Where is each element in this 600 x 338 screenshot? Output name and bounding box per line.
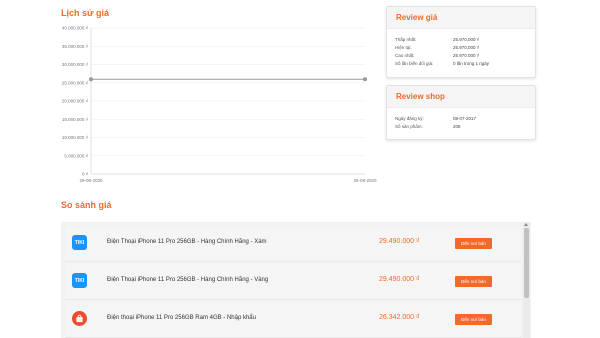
data-point[interactable] xyxy=(363,77,367,82)
price-compare-title: So sánh giá xyxy=(61,200,112,210)
review-price-title: Review giá xyxy=(387,7,535,29)
row-label: Hiện tại: xyxy=(395,45,412,50)
row-value: 25.970.000 ₫ xyxy=(453,45,480,50)
product-name[interactable]: Điện Thoại iPhone 11 Pro 256GB - Hàng Ch… xyxy=(107,277,268,283)
x-tick-label: 29-08-2020 xyxy=(79,178,103,183)
scrollbar-thumb[interactable] xyxy=(524,228,529,298)
product-name[interactable]: Điện thoại iPhone 11 Pro 256GB Ram 4GB -… xyxy=(107,315,256,321)
lowest-price-row: Thấp nhất: 25.970.000 ₫ xyxy=(395,36,535,44)
list-item[interactable]: TIKI Điện Thoại iPhone 11 Pro 256GB - Hà… xyxy=(65,263,521,300)
y-tick-label: 25.000.000 ₫ xyxy=(62,80,88,85)
data-point[interactable] xyxy=(89,77,93,82)
row-label: Số sản phẩm: xyxy=(395,124,423,129)
registration-date-row: Ngày đăng ký: 08-07-2017 xyxy=(395,115,535,123)
y-tick-label: 40.000.000 ₫ xyxy=(62,26,88,31)
go-to-store-button[interactable]: Đến nơi bán xyxy=(455,238,492,249)
row-label: Thấp nhất: xyxy=(395,37,417,42)
review-shop-card: Review shop Ngày đăng ký: 08-07-2017 Số s… xyxy=(386,85,536,140)
y-tick-label: 5.000.000 ₫ xyxy=(64,153,88,158)
price-history-chart: 0 ₫ 5.000.000 ₫ 10.000.000 ₫ 15.000.000 ₫ 20… xyxy=(62,26,377,184)
product-price: 29.490.000 ₫ xyxy=(379,276,420,283)
scroll-up-arrow-icon[interactable] xyxy=(524,223,528,226)
product-price: 26.342.000 ₫ xyxy=(379,314,420,321)
price-changes-row: Số lần biến đổi giá: 0 lần trong 1 ngày xyxy=(395,60,535,68)
shopee-bag-icon xyxy=(72,311,87,326)
y-tick-label: 0 ₫ xyxy=(82,172,88,177)
row-value: 25.970.000 ₫ xyxy=(453,53,480,58)
row-value: 208 xyxy=(453,124,461,129)
x-tick-label: 26-08-2020 xyxy=(353,178,377,183)
review-price-card: Review giá Thấp nhất: 25.970.000 ₫ Hiện t… xyxy=(386,6,536,78)
y-tick-label: 10.000.000 ₫ xyxy=(62,135,88,140)
y-tick-label: 30.000.000 ₫ xyxy=(62,62,88,67)
tiki-logo-icon: TIKI xyxy=(72,235,87,250)
review-shop-title: Review shop xyxy=(387,86,535,108)
row-label: Cao nhất: xyxy=(395,53,415,58)
row-label: Số lần biến đổi giá: xyxy=(395,61,434,66)
y-tick-label: 15.000.000 ₫ xyxy=(62,117,88,122)
price-compare-list[interactable]: TIKI Điện Thoại iPhone 11 Pro 256GB - Hà… xyxy=(61,222,531,338)
go-to-store-button[interactable]: Đến nơi bán xyxy=(455,276,492,287)
highest-price-row: Cao nhất: 25.970.000 ₫ xyxy=(395,52,535,60)
y-tick-label: 20.000.000 ₫ xyxy=(62,99,88,104)
price-history-title: Lịch sử giá xyxy=(61,8,110,18)
product-count-row: Số sản phẩm: 208 xyxy=(395,123,535,131)
scrollbar[interactable] xyxy=(523,222,530,338)
row-value: 25.970.000 ₫ xyxy=(453,37,480,42)
product-price: 29.490.000 ₫ xyxy=(379,238,420,245)
tiki-logo-icon: TIKI xyxy=(72,273,87,288)
current-price-row: Hiện tại: 25.970.000 ₫ xyxy=(395,44,535,52)
list-item[interactable]: TIKI Điện Thoại iPhone 11 Pro 256GB - Hà… xyxy=(65,225,521,262)
y-tick-label: 35.000.000 ₫ xyxy=(62,44,88,49)
row-value: 08-07-2017 xyxy=(453,116,477,121)
product-name[interactable]: Điện Thoại iPhone 11 Pro 256GB - Hàng Ch… xyxy=(107,239,267,245)
row-label: Ngày đăng ký: xyxy=(395,116,424,121)
go-to-store-button[interactable]: Đến nơi bán xyxy=(455,314,492,325)
list-item[interactable]: Điện thoại iPhone 11 Pro 256GB Ram 4GB -… xyxy=(65,301,521,338)
row-value: 0 lần trong 1 ngày xyxy=(453,61,490,66)
shopping-bag-icon xyxy=(76,314,83,323)
